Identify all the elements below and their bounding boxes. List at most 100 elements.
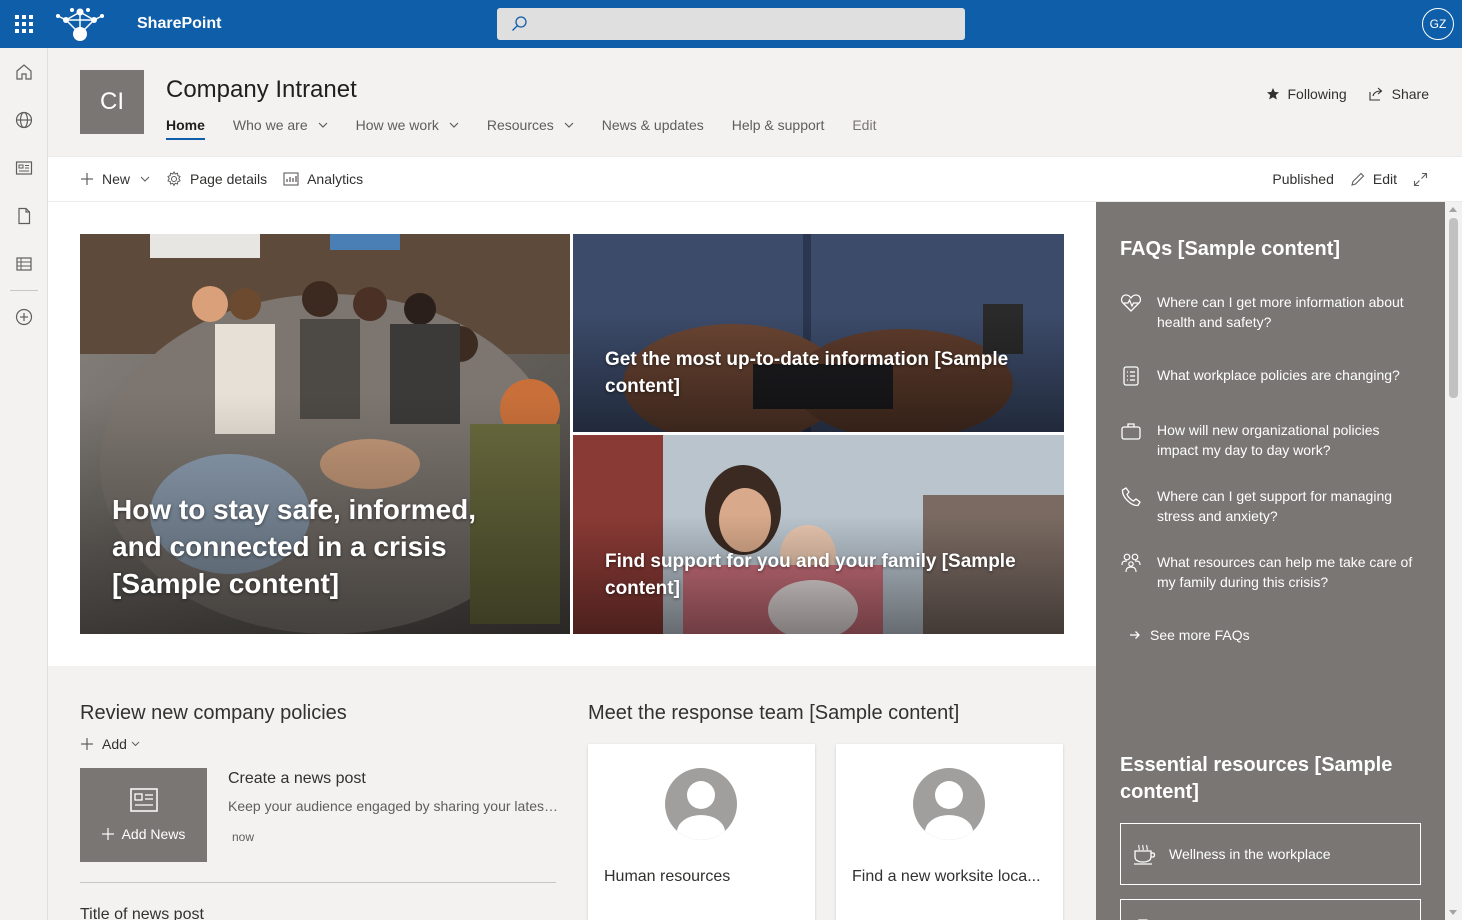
scroll-down-arrow-icon[interactable] (1449, 910, 1457, 915)
edit-page-button[interactable]: Edit (1350, 171, 1397, 187)
news-icon (15, 161, 33, 175)
hero-tile-bottom-right[interactable]: Find support for you and your family [Sa… (573, 435, 1064, 634)
person-avatar-icon (913, 768, 985, 840)
scroll-up-arrow-icon[interactable] (1449, 207, 1457, 212)
document-icon (18, 207, 31, 225)
expand-icon (1413, 172, 1428, 186)
plus-icon (101, 828, 114, 840)
faq-link[interactable]: Where can I get more information about h… (1120, 292, 1420, 332)
hero-tile-caption: Get the most up-to-date information [Sam… (605, 349, 1009, 397)
lower-section: Review new company policies Add Add News… (48, 666, 1096, 920)
coffee-cup-icon (1134, 844, 1156, 865)
app-name[interactable]: SharePoint (137, 15, 221, 33)
share-icon (1369, 87, 1382, 101)
app-bar (0, 48, 48, 920)
appbar-home-button[interactable] (0, 48, 48, 96)
news-divider (80, 882, 556, 883)
nav-item-help-support[interactable]: Help & support (732, 112, 825, 138)
faq-link[interactable]: What resources can help me take care of … (1120, 552, 1420, 592)
waffle-icon (15, 15, 33, 33)
page-scrollbar[interactable] (1445, 202, 1462, 920)
top-navigation: Home Who we are How we work Resources Ne… (166, 112, 904, 140)
nav-item-label: How we work (355, 117, 439, 133)
chevron-down-icon (318, 122, 328, 128)
news-post-description: Keep your audience engaged by sharing yo… (228, 798, 558, 814)
nav-item-resources[interactable]: Resources (487, 112, 574, 138)
appbar-lists-button[interactable] (0, 240, 48, 288)
edit-label: Edit (1372, 171, 1397, 187)
phone-icon (1121, 487, 1141, 507)
add-news-dropdown[interactable]: Add (80, 736, 140, 752)
chevron-down-icon (140, 176, 150, 182)
appbar-news-button[interactable] (0, 144, 48, 192)
faq-link-text: What resources can help me take care of … (1157, 554, 1413, 590)
faq-title: FAQs [Sample content] (1120, 238, 1341, 260)
faq-link-text: What workplace policies are changing? (1157, 367, 1400, 383)
user-avatar[interactable]: GZ (1422, 8, 1454, 40)
resource-button-wellness[interactable]: Wellness in the workplace (1120, 823, 1421, 885)
pencil-icon (1351, 172, 1365, 186)
faq-link[interactable]: How will new organizational policies imp… (1120, 420, 1420, 460)
hero-web-part: How to stay safe, informed, and connecte… (80, 234, 1064, 634)
search-input[interactable] (537, 16, 965, 32)
nav-item-label: Edit (852, 117, 877, 133)
share-button[interactable]: Share (1369, 86, 1429, 102)
heart-pulse-icon (1120, 294, 1142, 312)
person-card[interactable]: Find a new worksite loca... (836, 744, 1063, 920)
add-news-card[interactable]: Add News (80, 768, 207, 862)
analytics-button[interactable]: Analytics (283, 171, 363, 187)
site-header: CI Company Intranet Home Who we are How … (48, 48, 1462, 156)
home-icon (16, 64, 32, 80)
following-button[interactable]: Following (1266, 86, 1347, 102)
faq-link[interactable]: Where can I get support for managing str… (1120, 486, 1420, 526)
essential-resources-title: Essential resources [Sample content] (1120, 754, 1393, 803)
command-bar: New Page details Analytics Published Edi… (48, 156, 1462, 202)
appbar-files-button[interactable] (0, 192, 48, 240)
news-post-title[interactable]: Title of news post (80, 906, 204, 920)
scrollbar-thumb[interactable] (1449, 218, 1458, 398)
person-avatar-icon (665, 768, 737, 840)
expand-button[interactable] (1413, 172, 1436, 187)
nav-edit-link[interactable]: Edit (852, 112, 876, 138)
nav-item-how-we-work[interactable]: How we work (356, 112, 459, 138)
person-name: Find a new worksite loca... (852, 868, 1041, 885)
site-title[interactable]: Company Intranet (166, 76, 357, 104)
add-news-label: Add News (121, 826, 186, 842)
nav-item-home[interactable]: Home (166, 112, 205, 140)
publish-status: Published (1272, 171, 1334, 187)
resource-button[interactable] (1120, 899, 1421, 920)
star-filled-icon (1266, 88, 1279, 100)
person-card[interactable]: Human resources (588, 744, 815, 920)
hero-tile-main[interactable]: How to stay safe, informed, and connecte… (80, 234, 570, 634)
hero-tile-caption: How to stay safe, informed, and connecte… (112, 494, 477, 599)
new-button[interactable]: New (80, 171, 150, 187)
search-box[interactable] (497, 8, 965, 40)
app-launcher-button[interactable] (0, 0, 48, 48)
faq-link[interactable]: What workplace policies are changing? (1120, 365, 1420, 387)
globe-icon (15, 111, 33, 129)
nav-item-label: Help & support (731, 117, 825, 133)
briefcase-icon (1121, 423, 1141, 440)
add-label: Add (102, 736, 127, 752)
nav-item-label: News & updates (601, 117, 704, 133)
nav-item-who-we-are[interactable]: Who we are (233, 112, 328, 138)
see-more-faqs-link[interactable]: See more FAQs (1130, 627, 1250, 643)
chevron-down-icon (131, 741, 140, 747)
nav-item-label: Resources (486, 117, 554, 133)
news-post-info: Create a news post Keep your audience en… (228, 770, 558, 844)
appbar-create-button[interactable] (0, 293, 48, 341)
analytics-icon (283, 172, 299, 186)
hero-tile-top-right[interactable]: Get the most up-to-date information [Sam… (573, 234, 1064, 432)
following-label: Following (1287, 86, 1347, 102)
see-more-label: See more FAQs (1150, 627, 1250, 643)
page-details-button[interactable]: Page details (166, 171, 267, 187)
news-section-title: Review new company policies (80, 702, 347, 724)
organization-logo-icon[interactable] (54, 4, 106, 44)
site-logo[interactable]: CI (80, 70, 144, 134)
header-actions: Following Share (1244, 86, 1429, 102)
clipboard-list-icon (1123, 366, 1139, 386)
faq-link-text: Where can I get more information about h… (1157, 294, 1404, 330)
news-post-title[interactable]: Create a news post (228, 770, 558, 788)
nav-item-news-updates[interactable]: News & updates (602, 112, 704, 138)
appbar-sites-button[interactable] (0, 96, 48, 144)
